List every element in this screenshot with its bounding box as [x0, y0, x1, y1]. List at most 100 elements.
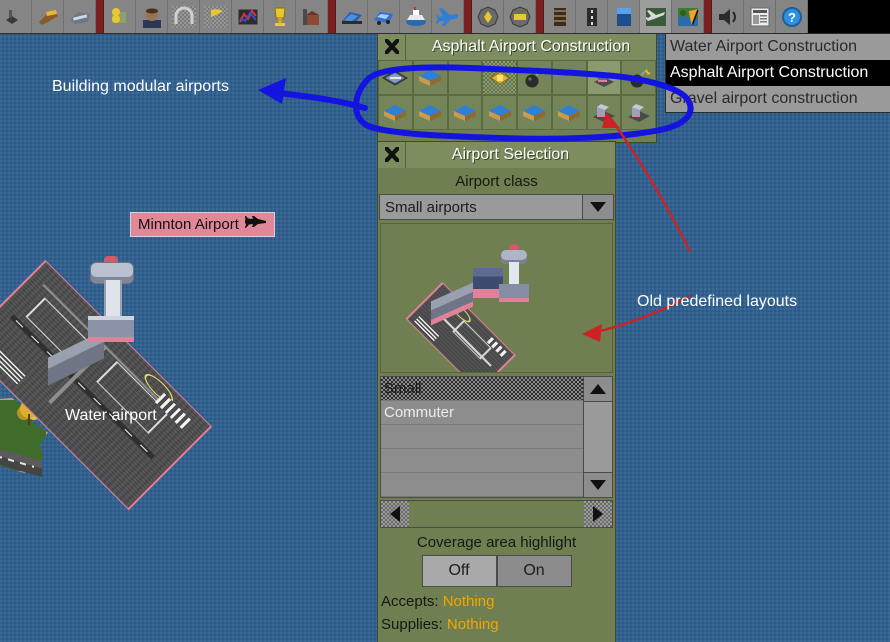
chevron-down-icon[interactable]	[582, 195, 613, 219]
accepts-row: Accepts: Nothing	[378, 587, 615, 610]
scroll-left-icon[interactable]	[381, 501, 409, 527]
supplies-value: Nothing	[446, 616, 499, 633]
scrollbar-track[interactable]	[584, 402, 612, 472]
station-name-label: Minnton Airport	[138, 216, 239, 233]
airport-layout-list[interactable]: Small Commuter	[380, 376, 613, 498]
train-list-button[interactable]	[336, 0, 368, 33]
separator-4	[536, 0, 544, 33]
industry-button[interactable]	[296, 0, 328, 33]
vertical-scrollbar[interactable]	[583, 376, 613, 498]
construction-tool-row-2[interactable]	[378, 95, 656, 130]
airport-layout-listbox[interactable]: Small Commuter	[380, 376, 583, 498]
tool-runway-asphalt[interactable]	[378, 60, 413, 95]
selection-titlebar[interactable]: Airport Selection	[378, 142, 615, 168]
tool-apron-blue[interactable]	[412, 60, 448, 95]
subsidies-button[interactable]	[136, 0, 168, 33]
airport-class-value: Small airports	[385, 198, 477, 216]
airport-selection-window[interactable]: Airport Selection Airport class Small ai…	[377, 141, 616, 642]
tool-apron-f[interactable]	[551, 95, 587, 130]
preview-control-tower	[499, 244, 529, 302]
supplies-row: Supplies: Nothing	[378, 610, 615, 633]
accepts-label: Accepts:	[381, 593, 439, 610]
fast-forward-button[interactable]	[32, 0, 64, 33]
scroll-up-icon[interactable]	[584, 377, 612, 402]
tool-empty-1[interactable]	[447, 60, 483, 95]
tool-apron-d[interactable]	[482, 95, 517, 130]
station-list-button[interactable]	[168, 0, 200, 33]
trophy-button[interactable]	[264, 0, 296, 33]
supplies-label: Supplies:	[381, 616, 443, 633]
plane-icon	[244, 213, 267, 236]
tool-apron-e[interactable]	[517, 95, 552, 130]
airport-class-dropdown[interactable]: Small airports	[379, 194, 614, 220]
annotation-water-airport: Water airport	[65, 407, 157, 424]
separator-2	[328, 0, 336, 33]
coverage-off-button[interactable]: Off	[421, 555, 497, 587]
ship-list-button[interactable]	[400, 0, 432, 33]
road-vehicle-list-button[interactable]	[368, 0, 400, 33]
airport-type-dropdown-menu[interactable]: Water Airport Construction Asphalt Airpo…	[665, 33, 890, 113]
sound-music-button[interactable]	[712, 0, 744, 33]
horizontal-scrollbar[interactable]	[380, 500, 613, 528]
close-icon[interactable]	[378, 34, 406, 60]
tool-empty-2[interactable]	[551, 60, 587, 95]
tool-predefined-1[interactable]	[586, 95, 622, 130]
build-dock-button[interactable]	[608, 0, 640, 33]
tool-buy-land[interactable]	[482, 60, 517, 95]
finances-button[interactable]	[200, 0, 232, 33]
airport-preview-sprite	[407, 238, 575, 372]
separator-5	[704, 0, 712, 33]
list-item[interactable]	[381, 473, 583, 497]
message-history-button[interactable]	[744, 0, 776, 33]
build-airport-button[interactable]	[640, 0, 672, 33]
list-item[interactable]: Small	[381, 377, 583, 401]
scroll-down-icon[interactable]	[584, 472, 612, 497]
zoom-out-button[interactable]	[504, 0, 536, 33]
tool-apron-c[interactable]	[447, 95, 483, 130]
aircraft-list-button[interactable]	[432, 0, 464, 33]
station-nameplate[interactable]: Minnton Airport	[130, 212, 275, 237]
build-road-button[interactable]	[576, 0, 608, 33]
dropdown-item-asphalt-airport-construction[interactable]: Asphalt Airport Construction	[666, 60, 890, 86]
airport-class-label: Airport class	[455, 173, 538, 190]
scroll-right-icon[interactable]	[584, 501, 612, 527]
annotation-old-predefined-layouts: Old predefined layouts	[637, 293, 798, 310]
dropdown-item-gravel-airport-construction[interactable]: Gravel airport construction	[666, 86, 890, 112]
list-item[interactable]	[381, 425, 583, 449]
list-item[interactable]	[381, 449, 583, 473]
tool-demolish[interactable]	[517, 60, 552, 95]
coverage-area-highlight-label: Coverage area highlight	[416, 534, 577, 551]
control-tower	[88, 256, 134, 342]
tool-apron-a[interactable]	[378, 95, 413, 130]
list-item[interactable]: Commuter	[381, 401, 583, 425]
company-league-button[interactable]	[232, 0, 264, 33]
construction-title: Asphalt Airport Construction	[431, 38, 631, 55]
tool-terminal-building[interactable]	[586, 60, 622, 95]
pause-button[interactable]	[0, 0, 32, 33]
separator-3	[464, 0, 472, 33]
water-airport-station[interactable]	[0, 248, 372, 509]
help-button[interactable]: ?	[776, 0, 808, 33]
options-button[interactable]	[64, 0, 96, 33]
build-rail-button[interactable]	[544, 0, 576, 33]
accepts-value: Nothing	[442, 593, 495, 610]
construction-tool-row-1[interactable]	[378, 60, 656, 95]
zoom-in-button[interactable]	[472, 0, 504, 33]
separator-1	[96, 0, 104, 33]
toolbar-filler	[808, 0, 890, 33]
coverage-toggle-group[interactable]: Off On	[378, 555, 615, 587]
annotation-building-modular-airports: Building modular airports	[52, 78, 229, 95]
tool-predefined-2[interactable]	[621, 95, 656, 130]
dropdown-item-water-airport-construction[interactable]: Water Airport Construction	[666, 34, 890, 60]
selection-title: Airport Selection	[451, 146, 570, 163]
coverage-on-button[interactable]: On	[496, 555, 572, 587]
town-directory-button[interactable]	[104, 0, 136, 33]
tool-demolish-2[interactable]	[621, 60, 656, 95]
close-icon[interactable]	[378, 142, 406, 168]
main-toolbar[interactable]: ?	[0, 0, 890, 34]
construction-titlebar[interactable]: Asphalt Airport Construction	[378, 34, 656, 60]
airport-layout-preview	[380, 223, 613, 373]
asphalt-airport-construction-window[interactable]: Asphalt Airport Construction	[377, 33, 657, 143]
scrollbar-track[interactable]	[409, 501, 584, 527]
tool-apron-b[interactable]	[412, 95, 448, 130]
